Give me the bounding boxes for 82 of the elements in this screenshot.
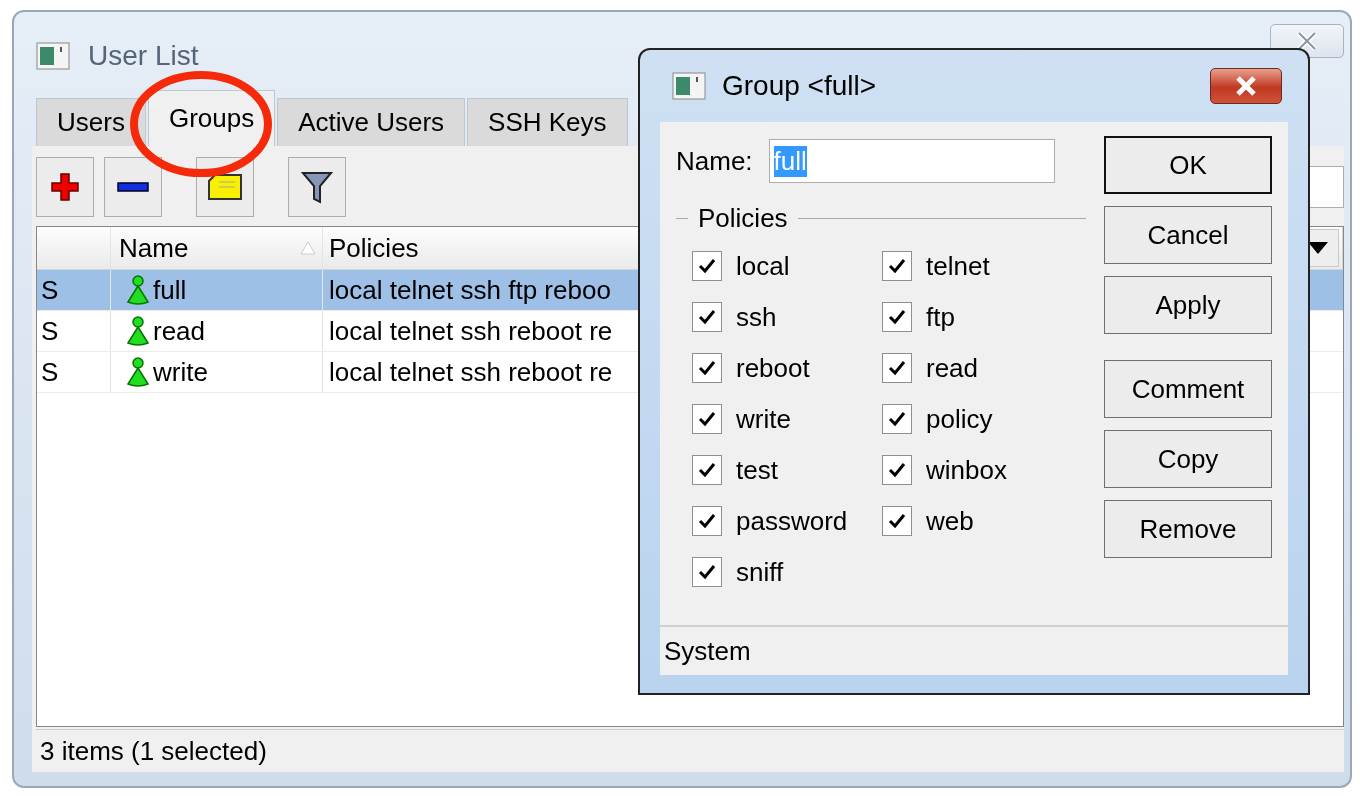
checkbox-label[interactable]: winbox [926,454,1007,486]
tab[interactable]: Groups [147,90,276,146]
checkbox[interactable] [692,302,722,332]
window-icon [672,72,706,100]
checkbox[interactable] [882,302,912,332]
checkbox-label[interactable]: policy [926,403,993,435]
checkbox[interactable] [882,404,912,434]
dialog-title: Group <full> [722,70,877,102]
checkbox[interactable] [882,251,912,281]
group-icon [125,275,151,305]
checkmark-icon [888,360,906,376]
group-icon [125,357,151,387]
filter-button[interactable] [288,157,346,217]
checkbox-label[interactable]: sniff [736,556,784,588]
window-icon [36,42,70,70]
table-cell: S [41,315,59,347]
add-button[interactable] [36,157,94,217]
checkbox[interactable] [692,251,722,281]
window-title: User List [88,40,199,72]
note-icon [207,173,243,201]
checkbox-label[interactable]: write [736,403,791,435]
column-header[interactable]: Name [119,232,189,264]
checkmark-icon [888,309,906,325]
status-text: 3 items (1 selected) [40,735,267,767]
plus-icon [50,172,80,202]
dialog-button[interactable]: Cancel [1104,206,1272,264]
table-cell: read [153,315,206,347]
tab[interactable]: SSH Keys [467,98,628,146]
checkmark-icon [888,513,906,529]
checkbox-label[interactable]: local [736,250,790,282]
table-cell: local telnet ssh reboot re [329,356,613,388]
table-cell: local telnet ssh ftp reboo [329,274,611,306]
checkbox-label[interactable]: ftp [926,301,955,333]
filter-icon [301,170,333,204]
checkbox-label[interactable]: password [736,505,848,537]
checkbox[interactable] [692,506,722,536]
table-cell: S [41,356,59,388]
checkmark-icon [698,462,716,478]
tab[interactable]: Active Users [277,98,466,146]
dialog-button[interactable]: Remove [1104,500,1272,558]
column-header[interactable]: Policies [329,232,419,264]
dialog-button[interactable]: Comment [1104,360,1272,418]
checkmark-icon [698,360,716,376]
remove-button[interactable] [104,157,162,217]
checkbox-label[interactable]: ssh [736,301,777,333]
minus-icon [117,182,149,192]
checkbox[interactable] [692,455,722,485]
dialog-button[interactable]: Copy [1104,430,1272,488]
table-cell: write [153,356,208,388]
close-button[interactable] [1210,68,1282,104]
checkmark-icon [698,258,716,274]
dialog-button[interactable]: Apply [1104,276,1272,334]
checkbox[interactable] [882,455,912,485]
dialog-button[interactable]: OK [1104,136,1272,194]
checkmark-icon [888,462,906,478]
checkmark-icon [698,411,716,427]
checkbox[interactable] [692,557,722,587]
checkbox-label[interactable]: telnet [926,250,990,282]
checkbox-label[interactable]: reboot [736,352,810,384]
checkmark-icon [698,564,716,580]
group-label: Policies [698,202,788,234]
status-text: System [664,635,751,667]
tab[interactable]: Users [36,98,146,146]
checkbox[interactable] [882,506,912,536]
checkmark-icon [888,258,906,274]
table-cell: full [153,274,187,306]
dropdown-icon [1308,242,1328,254]
checkbox[interactable] [692,353,722,383]
name-label: Name: [676,145,753,177]
checkbox-label[interactable]: test [736,454,778,486]
table-cell: local telnet ssh reboot re [329,315,613,347]
close-icon [1294,30,1320,52]
group-icon [125,316,151,346]
sort-icon [300,241,316,255]
checkbox-label[interactable]: read [926,352,979,384]
checkmark-icon [698,513,716,529]
checkbox[interactable] [692,404,722,434]
checkmark-icon [888,411,906,427]
checkbox-label[interactable]: web [926,505,974,537]
checkbox[interactable] [882,353,912,383]
checkmark-icon [698,309,716,325]
table-cell: S [41,274,59,306]
